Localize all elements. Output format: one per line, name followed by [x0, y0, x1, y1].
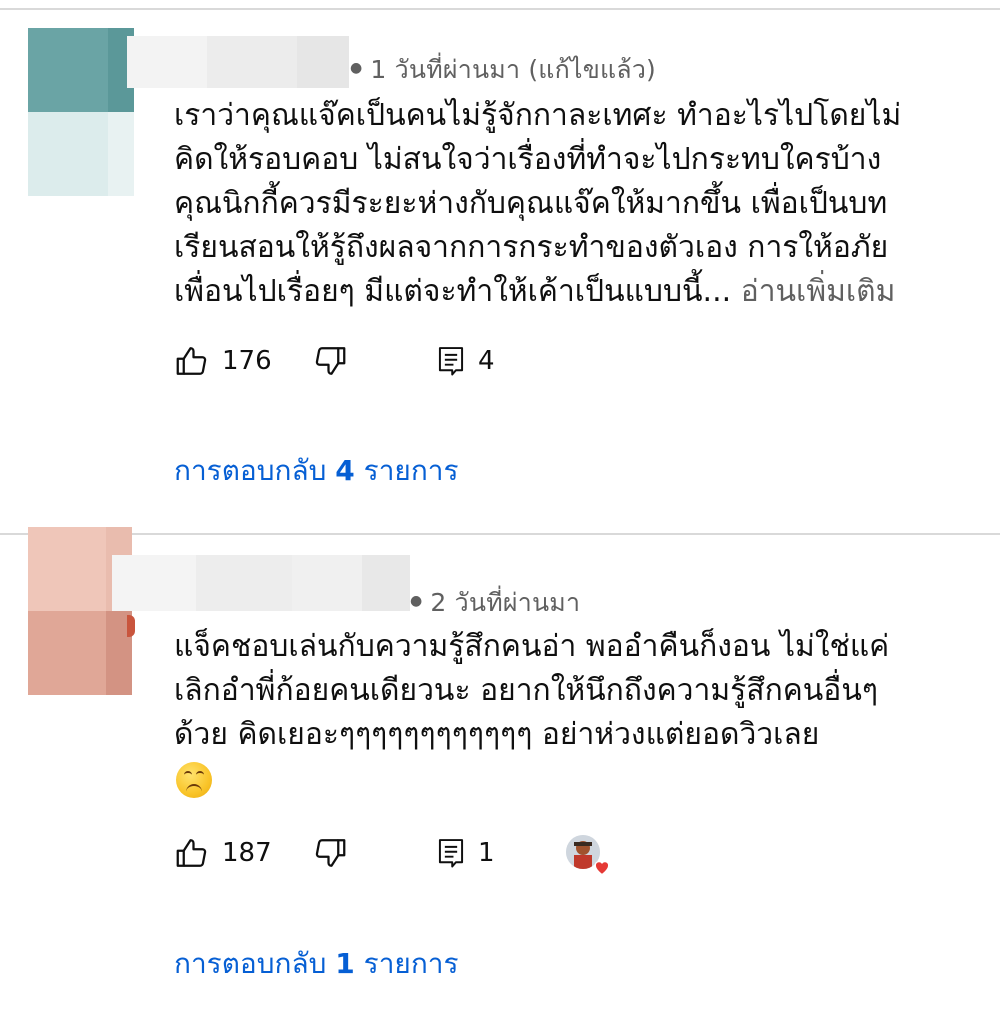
comment-line: เลิกอำพี่ก้อยคนเดียวนะ อยากให้นึกถึงความ… — [174, 673, 878, 708]
read-more-link[interactable]: อ่านเพิ่มเติม — [741, 274, 896, 309]
comment-actions: 176 4 — [174, 341, 674, 381]
emoji-line — [174, 757, 964, 801]
comment-line: เรียนสอนให้รู้ถึงผลจากการกระทำของตัวเอง … — [174, 230, 889, 265]
thumbs-down-icon — [315, 347, 346, 375]
thumbs-up-icon — [176, 347, 207, 375]
like-count: 187 — [222, 838, 272, 868]
comment-text: เราว่าคุณแจ๊คเป็นคนไม่รู้จักกาละเทศะ ทำอ… — [174, 94, 964, 314]
avatar-edge — [127, 615, 135, 637]
author-name-redacted[interactable] — [112, 555, 410, 611]
avatar[interactable] — [28, 28, 134, 196]
comment-2: ● 2 วันที่ผ่านมา แจ็คชอบเล่นกับความรู้สึก… — [0, 527, 1000, 1020]
thumbs-up-icon — [176, 839, 207, 867]
upside-down-face-emoji — [176, 761, 212, 798]
avatar[interactable] — [28, 527, 132, 695]
like-button[interactable]: 176 — [174, 341, 272, 381]
comment-line: คิดให้รอบคอบ ไม่สนใจว่าเรื่องที่ทำจะไปกร… — [174, 142, 882, 177]
comment-line: เราว่าคุณแจ๊คเป็นคนไม่รู้จักกาละเทศะ ทำอ… — [174, 98, 902, 133]
reply-button[interactable]: 4 — [436, 341, 495, 381]
comment-text: แจ็คชอบเล่นกับความรู้สึกคนอ่า พออำคืนก็ง… — [174, 625, 964, 801]
heart-icon — [594, 860, 610, 876]
like-button[interactable]: 187 — [174, 833, 272, 873]
reply-button[interactable]: 1 — [436, 833, 495, 873]
comment-icon — [438, 347, 464, 376]
reply-count: 1 — [478, 838, 495, 868]
reply-count: 4 — [478, 346, 495, 376]
comment-timestamp: ● 1 วันที่ผ่านมา (แก้ไขแล้ว) — [350, 55, 657, 84]
view-replies-link[interactable]: การตอบกลับ 1 รายการ — [174, 942, 459, 986]
comment-line: คุณนิกกี้ควรมีระยะห่างกับคุณแจ๊คให้มากขึ… — [174, 186, 888, 221]
comment-icon — [438, 839, 464, 868]
comment-1: ● 1 วันที่ผ่านมา (แก้ไขแล้ว) เราว่าคุณแจ๊… — [0, 0, 1000, 525]
like-count: 176 — [222, 346, 272, 376]
author-name-redacted[interactable] — [127, 36, 349, 88]
comment-line: ด้วย คิดเยอะๆๆๆๆๆๆๆๆๆๆๆๆ อย่าห่วงแต่ยอดว… — [174, 717, 820, 752]
dislike-button[interactable] — [312, 833, 348, 873]
separator-dot: ● — [350, 60, 363, 76]
comment-timestamp: ● 2 วันที่ผ่านมา — [410, 588, 581, 617]
dislike-button[interactable] — [312, 341, 348, 381]
comment-line-last: เพื่อนไปเรื่อยๆ มีแต่จะทำให้เค้าเป็นแบบน… — [174, 274, 896, 309]
thumbs-down-icon — [315, 839, 346, 867]
separator-dot: ● — [410, 593, 423, 609]
comment-line: แจ็คชอบเล่นกับความรู้สึกคนอ่า พออำคืนก็ง… — [174, 629, 890, 664]
view-replies-link[interactable]: การตอบกลับ 4 รายการ — [174, 449, 459, 493]
